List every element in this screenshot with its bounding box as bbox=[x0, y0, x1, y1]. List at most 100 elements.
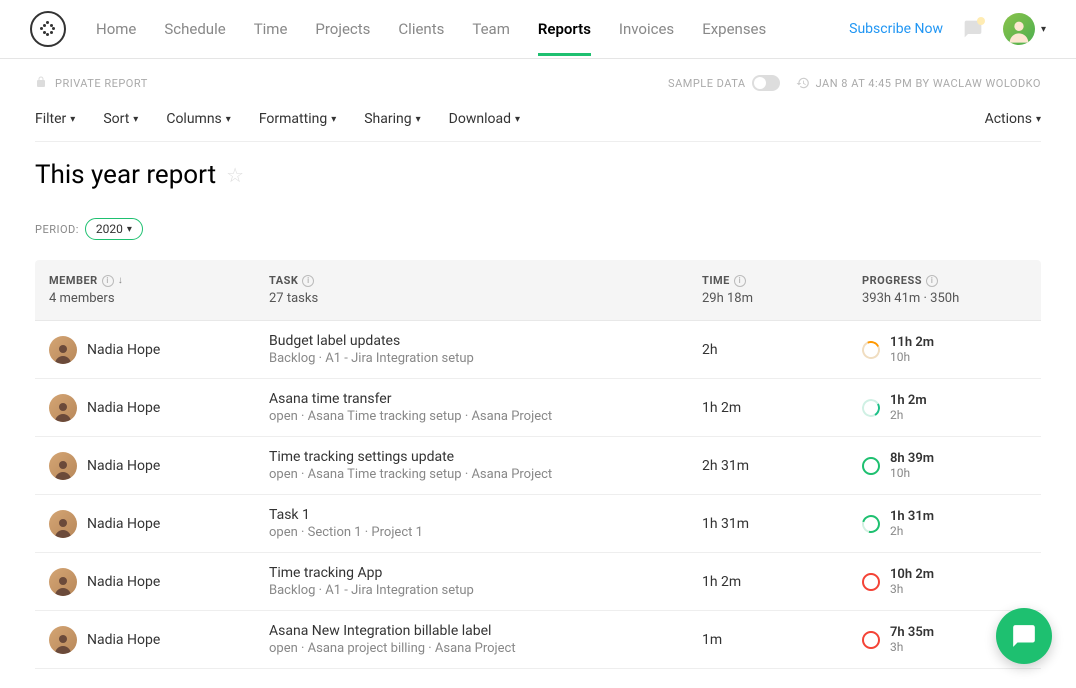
progress-ring-icon bbox=[862, 573, 880, 591]
time-value: 1h 2m bbox=[702, 574, 862, 590]
progress-ring-icon bbox=[862, 631, 880, 649]
progress-ring-icon bbox=[859, 511, 884, 536]
history-icon bbox=[796, 76, 810, 90]
chevron-down-icon: ▾ bbox=[70, 114, 75, 125]
nav-team[interactable]: Team bbox=[472, 2, 510, 56]
table-row[interactable]: Nadia HopeBudget label updatesBacklog · … bbox=[35, 321, 1041, 379]
toolbar-filter[interactable]: Filter▾ bbox=[35, 111, 75, 127]
member-name: Nadia Hope bbox=[87, 400, 160, 416]
table-row[interactable]: Nadia HopeTime tracking settings updateo… bbox=[35, 437, 1041, 495]
member-name: Nadia Hope bbox=[87, 632, 160, 648]
nav-home[interactable]: Home bbox=[96, 2, 136, 56]
private-label: PRIVATE REPORT bbox=[55, 77, 148, 90]
time-value: 2h 31m bbox=[702, 458, 862, 474]
logo[interactable] bbox=[30, 11, 66, 47]
member-avatar bbox=[49, 568, 77, 596]
time-value: 1h 2m bbox=[702, 400, 862, 416]
sort-icon[interactable]: ↓ bbox=[118, 275, 124, 286]
col-member-summary: 4 members bbox=[49, 291, 269, 306]
chevron-down-icon: ▾ bbox=[416, 114, 421, 125]
col-member-header[interactable]: MEMBER i ↓ bbox=[49, 274, 269, 287]
info-icon[interactable]: i bbox=[926, 275, 938, 287]
toolbar-sort[interactable]: Sort▾ bbox=[103, 111, 138, 127]
task-subtitle: open · Section 1 · Project 1 bbox=[269, 525, 702, 540]
col-time-summary: 29h 18m bbox=[702, 291, 862, 306]
actions-menu[interactable]: Actions ▾ bbox=[985, 111, 1041, 127]
col-task-header[interactable]: TASK i bbox=[269, 274, 702, 287]
task-title: Budget label updates bbox=[269, 333, 702, 349]
progress-actual: 8h 39m bbox=[890, 451, 934, 466]
time-value: 1m bbox=[702, 632, 862, 648]
chevron-down-icon: ▾ bbox=[331, 114, 336, 125]
progress-estimate: 3h bbox=[890, 640, 934, 654]
report-table: MEMBER i ↓ 4 members TASK i 27 tasks TIM… bbox=[0, 244, 1076, 669]
member-avatar bbox=[49, 452, 77, 480]
task-title: Asana New Integration billable label bbox=[269, 623, 702, 639]
progress-ring-icon bbox=[862, 457, 880, 475]
task-subtitle: open · Asana Time tracking setup · Asana… bbox=[269, 409, 702, 424]
chat-icon bbox=[1011, 623, 1037, 649]
progress-actual: 10h 2m bbox=[890, 567, 934, 582]
favorite-star-icon[interactable]: ☆ bbox=[226, 163, 244, 187]
toolbar-download[interactable]: Download▾ bbox=[449, 111, 520, 127]
nav-clients[interactable]: Clients bbox=[398, 2, 444, 56]
actions-label: Actions bbox=[985, 111, 1032, 127]
progress-actual: 7h 35m bbox=[890, 625, 934, 640]
toolbar-sharing[interactable]: Sharing▾ bbox=[364, 111, 420, 127]
task-subtitle: Backlog · A1 - Jira Integration setup bbox=[269, 583, 702, 598]
period-label: PERIOD: bbox=[35, 223, 79, 236]
toolbar-columns[interactable]: Columns▾ bbox=[166, 111, 230, 127]
nav-expenses[interactable]: Expenses bbox=[702, 2, 766, 56]
history-text: JAN 8 AT 4:45 PM BY WACLAW WOLODKO bbox=[816, 77, 1041, 90]
report-toolbar: Filter▾ Sort▾ Columns▾ Formatting▾ Sharing▾ D… bbox=[35, 111, 1041, 142]
progress-actual: 11h 2m bbox=[890, 335, 934, 350]
toggle-switch[interactable] bbox=[752, 75, 780, 91]
member-avatar bbox=[49, 394, 77, 422]
history-info[interactable]: JAN 8 AT 4:45 PM BY WACLAW WOLODKO bbox=[796, 76, 1041, 90]
sample-data-toggle[interactable]: SAMPLE DATA bbox=[668, 75, 780, 91]
info-icon[interactable]: i bbox=[302, 275, 314, 287]
progress-estimate: 10h bbox=[890, 350, 934, 364]
nav-time[interactable]: Time bbox=[254, 2, 288, 56]
notification-icon[interactable] bbox=[963, 19, 983, 39]
chevron-down-icon: ▾ bbox=[515, 114, 520, 125]
progress-ring-icon bbox=[859, 338, 882, 361]
nav-invoices[interactable]: Invoices bbox=[619, 2, 674, 56]
nav-reports[interactable]: Reports bbox=[538, 2, 591, 56]
col-task-summary: 27 tasks bbox=[269, 291, 702, 306]
progress-estimate: 10h bbox=[890, 466, 934, 480]
col-progress-summary: 393h 41m · 350h bbox=[862, 291, 1027, 306]
col-progress-header[interactable]: PROGRESS i bbox=[862, 274, 1027, 287]
time-value: 1h 31m bbox=[702, 516, 862, 532]
subscribe-link[interactable]: Subscribe Now bbox=[849, 21, 943, 37]
user-menu[interactable]: ▾ bbox=[1003, 13, 1046, 45]
member-name: Nadia Hope bbox=[87, 342, 160, 358]
task-title: Asana time transfer bbox=[269, 391, 702, 407]
table-row[interactable]: Nadia Hope Asana time transfer open · Asan… bbox=[35, 379, 1041, 437]
table-header: MEMBER i ↓ 4 members TASK i 27 tasks TIM… bbox=[35, 260, 1041, 321]
member-name: Nadia Hope bbox=[87, 516, 160, 532]
col-time-header[interactable]: TIME i bbox=[702, 274, 862, 287]
toolbar-formatting[interactable]: Formatting▾ bbox=[259, 111, 336, 127]
table-row[interactable]: Nadia Hope Asana New Integration billable… bbox=[35, 611, 1041, 669]
progress-estimate: 3h bbox=[890, 582, 934, 596]
progress-actual: 1h 2m bbox=[890, 393, 927, 408]
member-name: Nadia Hope bbox=[87, 458, 160, 474]
member-avatar bbox=[49, 510, 77, 538]
main-nav: Home Schedule Time Projects Clients Team Repor… bbox=[96, 2, 849, 56]
period-selector[interactable]: 2020 ▾ bbox=[85, 218, 143, 240]
help-chat-button[interactable] bbox=[996, 608, 1052, 664]
info-icon[interactable]: i bbox=[734, 275, 746, 287]
member-avatar bbox=[49, 626, 77, 654]
table-row[interactable]: Nadia HopeTime tracking AppBacklog · A1 … bbox=[35, 553, 1041, 611]
chevron-down-icon: ▾ bbox=[127, 224, 132, 235]
task-subtitle: open · Asana Time tracking setup · Asana… bbox=[269, 467, 702, 482]
nav-schedule[interactable]: Schedule bbox=[164, 2, 225, 56]
info-icon[interactable]: i bbox=[102, 275, 114, 287]
report-title[interactable]: This year report bbox=[35, 160, 216, 190]
app-header: Home Schedule Time Projects Clients Team Repor… bbox=[0, 0, 1076, 59]
nav-projects[interactable]: Projects bbox=[315, 2, 370, 56]
table-row[interactable]: Nadia HopeTask 1open · Section 1 · Proje… bbox=[35, 495, 1041, 553]
sample-data-label: SAMPLE DATA bbox=[668, 77, 746, 90]
chevron-down-icon: ▾ bbox=[226, 114, 231, 125]
